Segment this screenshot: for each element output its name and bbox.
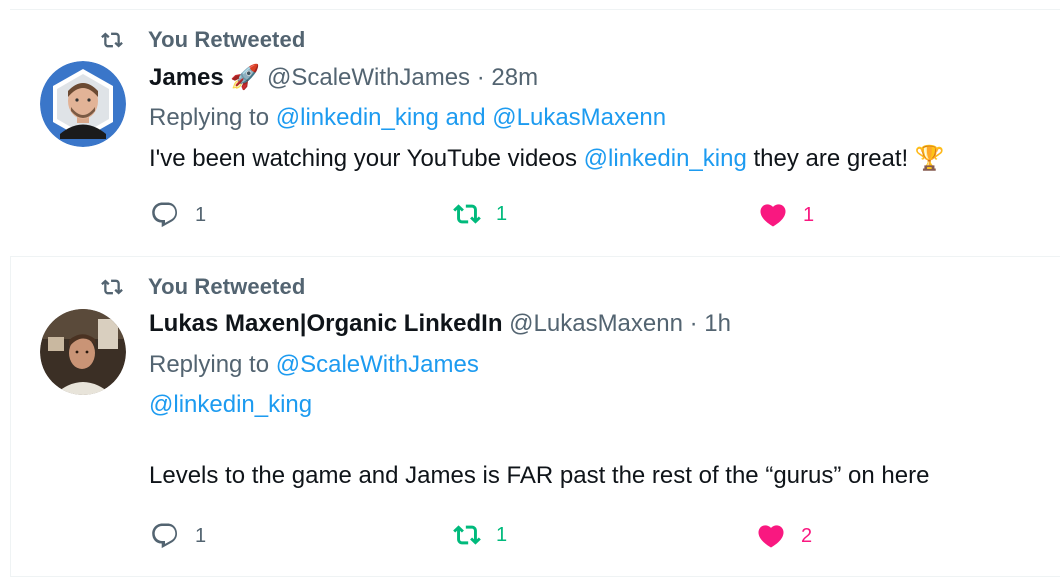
mention-link[interactable]: @ScaleWithJames — [276, 351, 479, 378]
retweet-context: You Retweeted — [98, 274, 305, 300]
retweet-button[interactable]: 1 — [452, 200, 507, 228]
retweet-context-label: You Retweeted — [148, 27, 306, 52]
james-avatar-image — [40, 61, 126, 147]
replying-to: Replying to @ScaleWithJames — [149, 351, 479, 379]
bottom-divider — [10, 576, 1060, 577]
header-separator: · — [476, 64, 485, 91]
mention-link[interactable]: @linkedin_king — [584, 145, 747, 172]
lukas-avatar-image — [40, 309, 126, 395]
like-button[interactable]: 2 — [755, 521, 812, 551]
retweet-context-label: You Retweeted — [148, 274, 306, 299]
retweet-icon — [101, 279, 123, 295]
lukas-avatar[interactable] — [40, 309, 126, 395]
mention-link[interactable]: @linkedin_king — [276, 104, 439, 131]
tweet-body-mention: @linkedin_king — [149, 391, 312, 419]
heart-icon — [758, 525, 784, 548]
retweet-icon — [453, 525, 481, 545]
header-separator: · — [689, 310, 698, 337]
reply-icon — [152, 523, 178, 549]
mention-link[interactable]: @LukasMaxenn — [492, 104, 666, 131]
trophy-emoji: 🏆 — [914, 145, 945, 172]
mention-link[interactable]: @linkedin_king — [149, 391, 312, 418]
reply-button[interactable]: 1 — [149, 521, 206, 551]
tweet-text: I've been watching your YouTube videos — [149, 145, 577, 172]
retweet-context: You Retweeted — [98, 27, 305, 53]
reply-icon — [152, 202, 178, 228]
tweet-text: they are great! — [753, 145, 909, 172]
rocket-emoji: 🚀 — [230, 64, 261, 91]
retweet-icon — [101, 32, 123, 48]
james-avatar[interactable] — [40, 61, 126, 147]
tweet-body: Levels to the game and James is FAR past… — [149, 462, 929, 490]
tweet-body: I've been watching your YouTube videos @… — [149, 144, 945, 173]
reply-count: 1 — [195, 524, 207, 547]
author-handle[interactable]: @ScaleWithJames — [267, 64, 470, 91]
tweet-header: James 🚀 @ScaleWithJames · 28m — [149, 63, 538, 92]
retweet-button[interactable]: 1 — [452, 521, 507, 549]
tweet-text: Levels to the game and James is FAR past… — [149, 462, 930, 489]
tweet-2[interactable]: You Retweeted Lukas Maxen|Organic Linked… — [0, 257, 1060, 575]
retweet-count: 1 — [496, 202, 508, 225]
like-count: 2 — [801, 524, 813, 547]
reply-count: 1 — [195, 203, 207, 226]
tweet-header: Lukas Maxen|Organic LinkedIn @LukasMaxen… — [149, 310, 731, 338]
retweet-count: 1 — [496, 523, 508, 546]
author-name[interactable]: James — [149, 64, 224, 91]
tweet-timestamp[interactable]: 1h — [704, 310, 731, 337]
replying-to-label: Replying to — [149, 351, 270, 378]
author-name[interactable]: Lukas Maxen|Organic LinkedIn — [149, 310, 502, 337]
like-button[interactable]: 1 — [757, 200, 814, 230]
heart-icon — [760, 204, 786, 227]
tweet-1[interactable]: You Retweeted James 🚀 @ScaleWithJames · … — [0, 0, 1060, 256]
replying-to-label: Replying to — [149, 104, 270, 131]
tweet-timestamp[interactable]: 28m — [491, 64, 538, 91]
replying-joiner: and — [445, 104, 486, 131]
replying-to: Replying to @linkedin_king and @LukasMax… — [149, 104, 666, 132]
retweet-icon — [453, 204, 481, 224]
author-handle[interactable]: @LukasMaxenn — [509, 310, 683, 337]
reply-button[interactable]: 1 — [149, 200, 206, 230]
like-count: 1 — [803, 203, 815, 226]
